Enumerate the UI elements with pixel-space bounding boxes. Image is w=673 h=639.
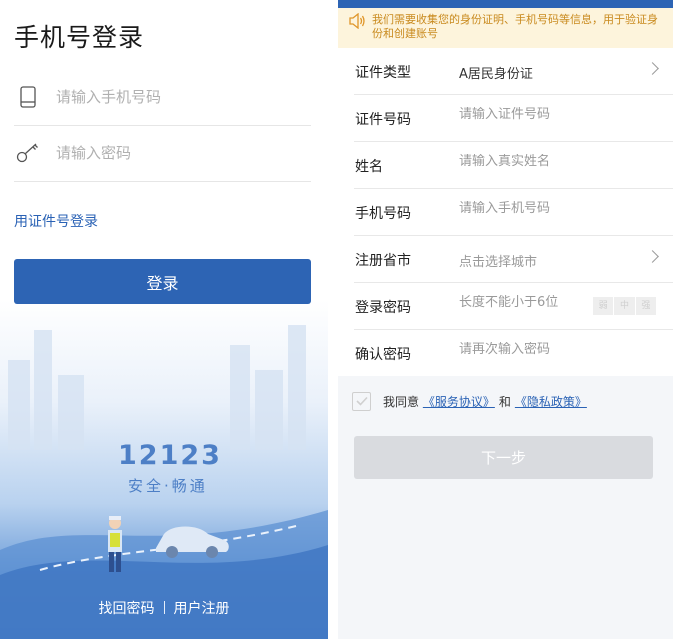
row-label: 证件类型 <box>355 65 411 81</box>
password-strength-meter: 弱 中 强 <box>593 297 657 315</box>
confirm-password-input[interactable] <box>459 342 639 357</box>
form-row-password: 登录密码 弱 中 强 <box>354 283 673 330</box>
login-password-input[interactable] <box>459 295 579 310</box>
row-label: 手机号码 <box>355 206 411 222</box>
form-row-id-number: 证件号码 <box>354 95 673 142</box>
strength-strong: 强 <box>635 297 656 315</box>
strength-weak: 弱 <box>593 297 614 315</box>
notice-text: 我们需要收集您的身份证明、手机号码等信息，用于验证身份和创建账号 <box>372 13 658 40</box>
form-row-phone: 手机号码 <box>354 189 673 236</box>
check-icon <box>355 396 368 406</box>
form-row-id-type[interactable]: 证件类型 A居民身份证 <box>354 48 673 95</box>
chevron-right-icon <box>646 250 659 263</box>
city-select[interactable]: 点击选择城市 <box>459 251 537 270</box>
id-login-link[interactable]: 用证件号登录 <box>14 211 98 231</box>
name-input[interactable] <box>459 154 639 169</box>
top-strip <box>338 0 673 8</box>
row-label: 登录密码 <box>355 300 411 316</box>
phone-number-input[interactable] <box>459 201 639 216</box>
registration-form: 证件类型 A居民身份证 证件号码 姓名 手机号码 注册省市 点击选择城市 登录密… <box>338 48 673 376</box>
traffic-police-illustration <box>108 516 122 572</box>
login-button[interactable]: 登录 <box>14 259 311 304</box>
link-divider <box>163 601 165 614</box>
phone-login-screen: 12123 安全·畅通 手机号登录 用证件号登录 登录 找回密码 用户注册 <box>0 0 328 639</box>
agreement-checkbox[interactable] <box>352 391 371 411</box>
form-row-name: 姓名 <box>354 142 673 189</box>
notice-banner: 我们需要收集您的身份证明、手机号码等信息，用于验证身份和创建账号 <box>338 8 673 48</box>
key-icon <box>16 141 40 165</box>
privacy-policy-link[interactable]: 《隐私政策》 <box>515 393 587 410</box>
agree-prefix: 我同意 <box>383 394 420 409</box>
row-label: 确认密码 <box>355 347 411 363</box>
phone-input[interactable] <box>56 88 286 106</box>
password-input[interactable] <box>56 144 286 162</box>
logo-number: 12123 <box>118 440 222 471</box>
service-agreement-link[interactable]: 《服务协议》 <box>423 393 495 410</box>
page-title: 手机号登录 <box>14 23 145 52</box>
bottom-links: 找回密码 用户注册 <box>0 598 328 618</box>
chevron-right-icon <box>646 62 659 75</box>
row-label: 姓名 <box>355 159 383 175</box>
agree-and: 和 <box>498 394 511 409</box>
form-row-city[interactable]: 注册省市 点击选择城市 <box>354 236 673 283</box>
register-link[interactable]: 用户注册 <box>174 601 230 617</box>
logo-slogan: 安全·畅通 <box>128 477 208 495</box>
car-illustration <box>156 526 229 558</box>
registration-screen: 我们需要收集您的身份证明、手机号码等信息，用于验证身份和创建账号 证件类型 A居… <box>338 0 673 639</box>
phone-field <box>14 69 311 126</box>
password-field <box>14 125 311 182</box>
find-password-link[interactable]: 找回密码 <box>99 601 155 617</box>
row-label: 注册省市 <box>355 253 411 269</box>
next-step-button[interactable]: 下一步 <box>354 436 653 479</box>
agreement-row: 我同意 《服务协议》 和 《隐私政策》 <box>352 390 587 412</box>
form-row-confirm-password: 确认密码 <box>354 330 673 376</box>
phone-icon <box>16 85 40 109</box>
id-type-value: A居民身份证 <box>459 67 533 82</box>
id-number-input[interactable] <box>459 107 639 122</box>
row-label: 证件号码 <box>355 112 411 128</box>
strength-medium: 中 <box>614 297 635 315</box>
speaker-icon <box>348 12 366 30</box>
